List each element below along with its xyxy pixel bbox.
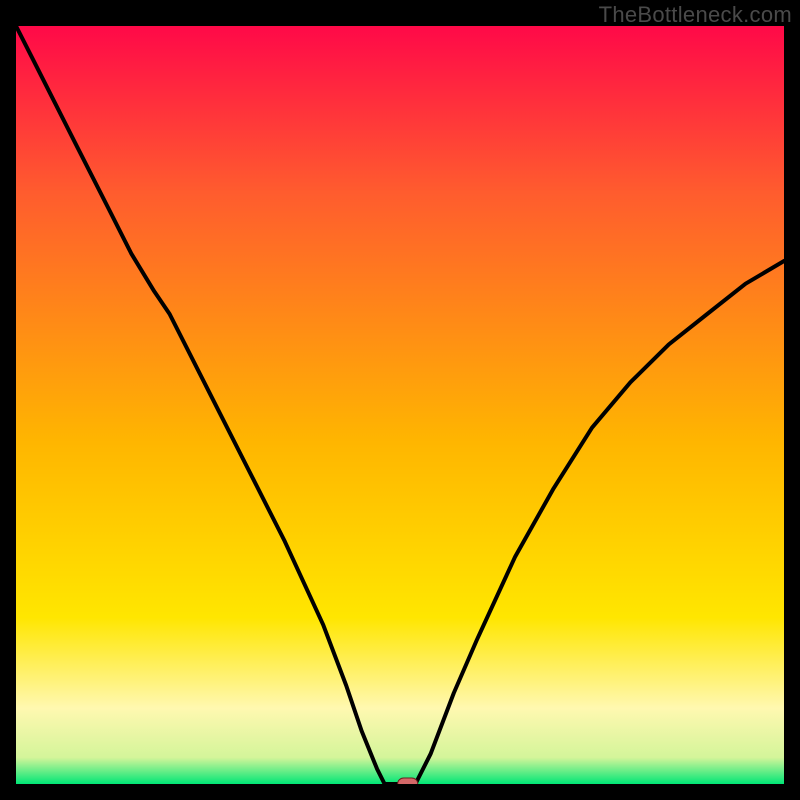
- bottleneck-chart: [16, 26, 784, 784]
- gradient-background: [16, 26, 784, 784]
- minimum-marker: [398, 778, 418, 784]
- chart-container: TheBottleneck.com: [0, 0, 800, 800]
- plot-area: [16, 26, 784, 784]
- watermark-text: TheBottleneck.com: [599, 2, 792, 28]
